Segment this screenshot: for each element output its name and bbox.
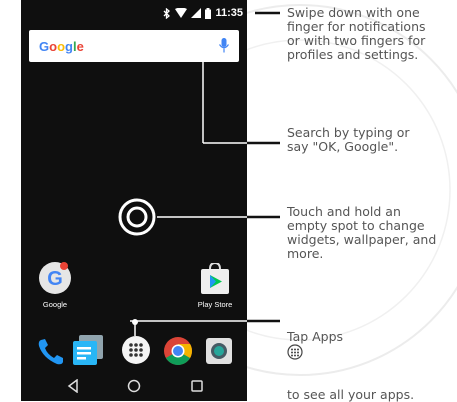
callout-notifications: Swipe down with one finger for notificat… xyxy=(287,5,426,62)
callout-search: Search by typing or say "OK, Google". xyxy=(287,125,410,154)
apps-icon xyxy=(287,344,303,360)
callout-apps-prefix: Tap Apps xyxy=(287,329,344,344)
callout-apps-suffix: to see all your apps. xyxy=(287,387,415,402)
callout-touch: Touch and hold an empty spot to change w… xyxy=(287,204,437,261)
callout-apps: Tap Apps to see all your apps. xyxy=(287,316,414,402)
